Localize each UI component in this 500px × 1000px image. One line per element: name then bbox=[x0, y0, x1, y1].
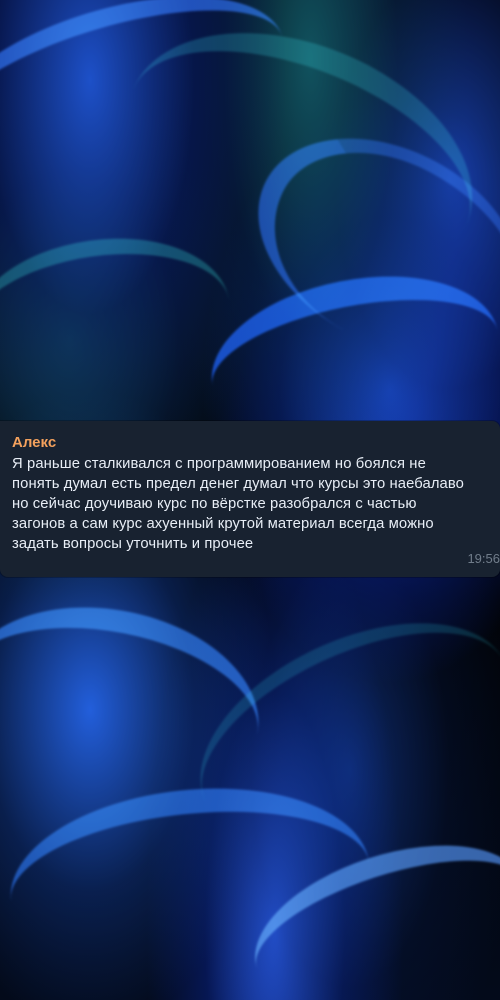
message-bubble[interactable]: Алекс Я раньше сталкивался с программиро… bbox=[0, 421, 500, 577]
chat-screen: Алекс Я раньше сталкивался с программиро… bbox=[0, 0, 500, 1000]
background-wave bbox=[0, 222, 240, 414]
message-author: Алекс bbox=[12, 434, 57, 451]
message-text: Я раньше сталкивался с программированием… bbox=[12, 456, 465, 552]
message-time: 19:56 bbox=[467, 551, 500, 566]
